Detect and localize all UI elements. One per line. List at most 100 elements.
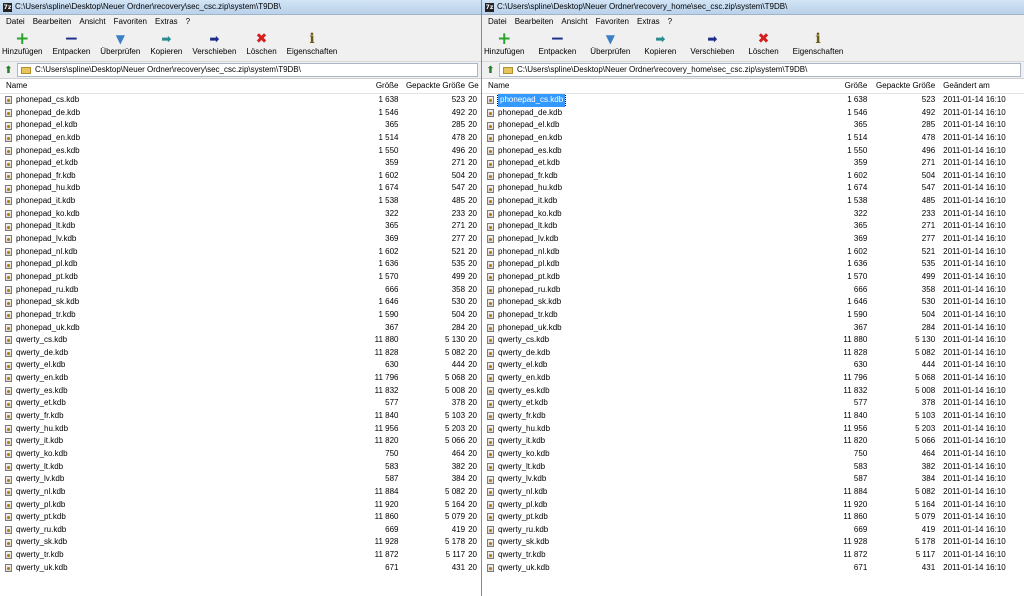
table-row[interactable]: qwerty_fr.kdb 11 840 5 103 20 bbox=[0, 410, 481, 423]
file-name-cell[interactable]: qwerty_cs.kdb bbox=[482, 334, 791, 347]
title-bar[interactable]: 7z C:\Users\spline\Desktop\Neuer Ordner\… bbox=[482, 0, 1024, 15]
col-name[interactable]: Name bbox=[482, 79, 791, 93]
file-name-cell[interactable]: qwerty_fr.kdb bbox=[0, 410, 308, 423]
table-row[interactable]: phonepad_sk.kdb 1 646 530 2011-01-14 16:10 bbox=[482, 296, 1024, 309]
col-name[interactable]: Name bbox=[0, 79, 308, 93]
table-row[interactable]: qwerty_pt.kdb 11 860 5 079 20 bbox=[0, 511, 481, 524]
table-row[interactable]: qwerty_en.kdb 11 796 5 068 2011-01-14 16:10 bbox=[482, 372, 1024, 385]
file-name-cell[interactable]: qwerty_pt.kdb bbox=[0, 511, 308, 524]
file-name-cell[interactable]: phonepad_et.kdb bbox=[0, 157, 308, 170]
extract-button[interactable]: − Entpacken bbox=[538, 28, 576, 57]
file-name-cell[interactable]: qwerty_es.kdb bbox=[482, 385, 791, 398]
menu-help[interactable]: ? bbox=[664, 15, 676, 28]
file-name-cell[interactable]: qwerty_it.kdb bbox=[0, 435, 308, 448]
table-row[interactable]: phonepad_tr.kdb 1 590 504 20 bbox=[0, 309, 481, 322]
file-name-cell[interactable]: phonepad_cs.kdb bbox=[0, 94, 308, 107]
table-row[interactable]: qwerty_it.kdb 11 820 5 066 20 bbox=[0, 435, 481, 448]
menu-ansicht[interactable]: Ansicht bbox=[557, 15, 591, 28]
file-name-cell[interactable]: qwerty_hu.kdb bbox=[482, 423, 791, 436]
table-row[interactable]: qwerty_sk.kdb 11 928 5 178 20 bbox=[0, 536, 481, 549]
table-row[interactable]: phonepad_it.kdb 1 538 485 20 bbox=[0, 195, 481, 208]
table-row[interactable]: phonepad_el.kdb 365 285 2011-01-14 16:10 bbox=[482, 119, 1024, 132]
file-name-cell[interactable]: phonepad_de.kdb bbox=[0, 107, 308, 120]
file-name-cell[interactable]: qwerty_de.kdb bbox=[0, 347, 308, 360]
file-name-cell[interactable]: qwerty_sk.kdb bbox=[482, 536, 791, 549]
table-row[interactable]: qwerty_it.kdb 11 820 5 066 2011-01-14 16:10 bbox=[482, 435, 1024, 448]
menu-bearbeiten[interactable]: Bearbeiten bbox=[29, 15, 76, 28]
file-name-cell[interactable]: qwerty_it.kdb bbox=[482, 435, 791, 448]
col-packed-size[interactable]: Gepackte Größe bbox=[867, 79, 935, 93]
table-row[interactable]: phonepad_pt.kdb 1 570 499 2011-01-14 16:10 bbox=[482, 271, 1024, 284]
table-row[interactable]: qwerty_lt.kdb 583 382 2011-01-14 16:10 bbox=[482, 461, 1024, 474]
file-name-cell[interactable]: qwerty_cs.kdb bbox=[0, 334, 308, 347]
file-name-cell[interactable]: phonepad_lt.kdb bbox=[0, 220, 308, 233]
file-name-cell[interactable]: phonepad_lv.kdb bbox=[0, 233, 308, 246]
properties-button[interactable]: i Eigenschaften bbox=[287, 28, 338, 57]
file-name-cell[interactable]: phonepad_el.kdb bbox=[0, 119, 308, 132]
table-row[interactable]: qwerty_ko.kdb 750 464 20 bbox=[0, 448, 481, 461]
file-name-cell[interactable]: qwerty_pl.kdb bbox=[482, 499, 791, 512]
table-row[interactable]: qwerty_cs.kdb 11 880 5 130 20 bbox=[0, 334, 481, 347]
table-row[interactable]: phonepad_en.kdb 1 514 478 2011-01-14 16:10 bbox=[482, 132, 1024, 145]
table-row[interactable]: qwerty_pl.kdb 11 920 5 164 20 bbox=[0, 499, 481, 512]
file-name-cell[interactable]: phonepad_lt.kdb bbox=[482, 220, 791, 233]
file-name-cell[interactable]: phonepad_uk.kdb bbox=[482, 322, 791, 335]
table-row[interactable]: qwerty_uk.kdb 671 431 20 bbox=[0, 562, 481, 575]
file-name-cell[interactable]: phonepad_sk.kdb bbox=[482, 296, 791, 309]
col-size[interactable]: Größe bbox=[791, 79, 868, 93]
file-name-cell[interactable]: qwerty_es.kdb bbox=[0, 385, 308, 398]
table-row[interactable]: phonepad_nl.kdb 1 602 521 2011-01-14 16:10 bbox=[482, 246, 1024, 259]
file-name-cell[interactable]: qwerty_fr.kdb bbox=[482, 410, 791, 423]
file-name-cell[interactable]: phonepad_en.kdb bbox=[482, 132, 791, 145]
file-name-cell[interactable]: phonepad_it.kdb bbox=[482, 195, 791, 208]
table-row[interactable]: phonepad_es.kdb 1 550 496 2011-01-14 16:10 bbox=[482, 145, 1024, 158]
file-name-cell[interactable]: qwerty_de.kdb bbox=[482, 347, 791, 360]
col-modified[interactable]: Ge bbox=[465, 79, 481, 93]
file-name-cell[interactable]: phonepad_lv.kdb bbox=[482, 233, 791, 246]
col-packed-size[interactable]: Gepackte Größe bbox=[399, 79, 465, 93]
copy-button[interactable]: ➡ Kopieren bbox=[150, 28, 182, 57]
file-name-cell[interactable]: phonepad_ru.kdb bbox=[0, 284, 308, 297]
table-row[interactable]: phonepad_en.kdb 1 514 478 20 bbox=[0, 132, 481, 145]
file-name-cell[interactable]: phonepad_en.kdb bbox=[0, 132, 308, 145]
file-name-cell[interactable]: qwerty_nl.kdb bbox=[0, 486, 308, 499]
file-name-cell[interactable]: phonepad_pt.kdb bbox=[0, 271, 308, 284]
file-name-cell[interactable]: qwerty_lt.kdb bbox=[482, 461, 791, 474]
properties-button[interactable]: i Eigenschaften bbox=[793, 28, 844, 57]
file-name-cell[interactable]: phonepad_es.kdb bbox=[0, 145, 308, 158]
table-row[interactable]: phonepad_ru.kdb 666 358 20 bbox=[0, 284, 481, 297]
col-size[interactable]: Größe bbox=[308, 79, 399, 93]
add-button[interactable]: + Hinzufügen bbox=[484, 28, 524, 57]
file-name-cell[interactable]: qwerty_tr.kdb bbox=[0, 549, 308, 562]
table-row[interactable]: phonepad_it.kdb 1 538 485 2011-01-14 16:10 bbox=[482, 195, 1024, 208]
table-row[interactable]: qwerty_nl.kdb 11 884 5 082 2011-01-14 16:10 bbox=[482, 486, 1024, 499]
table-row[interactable]: qwerty_lv.kdb 587 384 20 bbox=[0, 473, 481, 486]
file-name-cell[interactable]: qwerty_el.kdb bbox=[0, 359, 308, 372]
table-row[interactable]: phonepad_sk.kdb 1 646 530 20 bbox=[0, 296, 481, 309]
up-folder-icon[interactable]: ⬆ bbox=[485, 65, 496, 76]
table-row[interactable]: phonepad_hu.kdb 1 674 547 20 bbox=[0, 182, 481, 195]
file-name-cell[interactable]: qwerty_en.kdb bbox=[0, 372, 308, 385]
file-name-cell[interactable]: qwerty_hu.kdb bbox=[0, 423, 308, 436]
file-name-cell[interactable]: qwerty_lv.kdb bbox=[482, 473, 791, 486]
table-row[interactable]: qwerty_tr.kdb 11 872 5 117 20 bbox=[0, 549, 481, 562]
table-row[interactable]: phonepad_cs.kdb 1 638 523 20 bbox=[0, 94, 481, 107]
table-row[interactable]: qwerty_en.kdb 11 796 5 068 20 bbox=[0, 372, 481, 385]
table-row[interactable]: phonepad_tr.kdb 1 590 504 2011-01-14 16:10 bbox=[482, 309, 1024, 322]
move-button[interactable]: ➡ Verschieben bbox=[192, 28, 236, 57]
table-row[interactable]: phonepad_lv.kdb 369 277 20 bbox=[0, 233, 481, 246]
table-row[interactable]: qwerty_uk.kdb 671 431 2011-01-14 16:10 bbox=[482, 562, 1024, 575]
address-input[interactable]: C:\Users\spline\Desktop\Neuer Ordner\rec… bbox=[17, 63, 478, 77]
table-row[interactable]: phonepad_fr.kdb 1 602 504 2011-01-14 16:10 bbox=[482, 170, 1024, 183]
up-folder-icon[interactable]: ⬆ bbox=[3, 65, 14, 76]
table-row[interactable]: qwerty_cs.kdb 11 880 5 130 2011-01-14 16:10 bbox=[482, 334, 1024, 347]
table-row[interactable]: qwerty_nl.kdb 11 884 5 082 20 bbox=[0, 486, 481, 499]
file-name-cell[interactable]: phonepad_el.kdb bbox=[482, 119, 791, 132]
menu-bearbeiten[interactable]: Bearbeiten bbox=[511, 15, 558, 28]
table-row[interactable]: phonepad_lt.kdb 365 271 2011-01-14 16:10 bbox=[482, 220, 1024, 233]
file-name-cell[interactable]: qwerty_et.kdb bbox=[482, 397, 791, 410]
file-name-cell[interactable]: phonepad_nl.kdb bbox=[0, 246, 308, 259]
table-row[interactable]: phonepad_ru.kdb 666 358 2011-01-14 16:10 bbox=[482, 284, 1024, 297]
table-row[interactable]: phonepad_et.kdb 359 271 2011-01-14 16:10 bbox=[482, 157, 1024, 170]
file-name-cell[interactable]: qwerty_sk.kdb bbox=[0, 536, 308, 549]
